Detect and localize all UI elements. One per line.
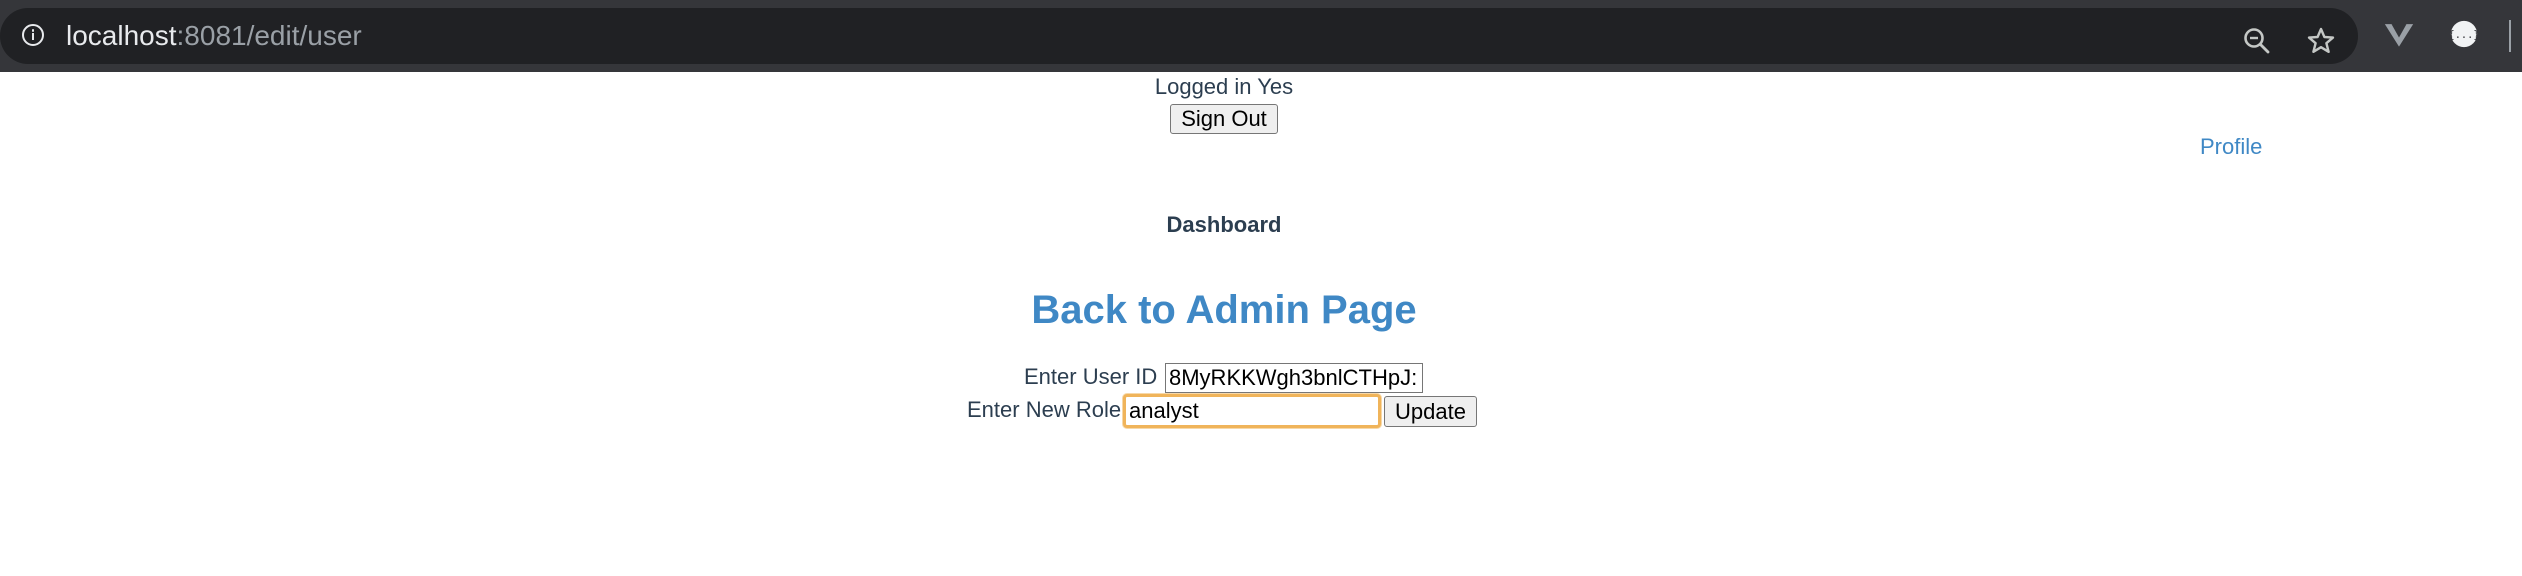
sign-out-container: Sign Out xyxy=(0,104,2448,134)
url-text[interactable]: localhost:8081/edit/user xyxy=(66,22,362,50)
new-role-label: Enter New Role xyxy=(967,397,1122,422)
sign-out-button[interactable]: Sign Out xyxy=(1170,104,1278,134)
address-bar[interactable]: localhost:8081/edit/user xyxy=(0,8,2358,64)
url-host: localhost xyxy=(66,20,177,51)
logged-in-status: Logged in Yes xyxy=(1154,74,1294,99)
profile-link[interactable]: Profile xyxy=(2200,134,2262,160)
page-content: Logged in Yes Sign Out Profile Dashboard… xyxy=(0,72,2522,576)
vue-devtools-icon[interactable] xyxy=(2384,20,2414,50)
update-button[interactable]: Update xyxy=(1384,396,1477,427)
url-path: :8081/edit/user xyxy=(176,20,362,51)
info-icon[interactable] xyxy=(22,24,44,46)
svg-text:{...}: {...} xyxy=(2449,29,2479,41)
back-to-admin-link[interactable]: Back to Admin Page xyxy=(0,286,2448,334)
new-role-input[interactable] xyxy=(1123,394,1381,428)
user-id-label: Enter User ID xyxy=(1024,364,1158,389)
browser-toolbar: localhost:8081/edit/user {...} xyxy=(0,0,2522,72)
zoom-icon[interactable] xyxy=(2242,26,2272,56)
toolbar-divider xyxy=(2509,20,2511,52)
dashboard-link[interactable]: Dashboard xyxy=(0,212,2448,238)
user-id-input[interactable] xyxy=(1165,363,1423,393)
star-icon[interactable] xyxy=(2306,26,2336,56)
extension-icon[interactable]: {...} xyxy=(2449,19,2479,49)
